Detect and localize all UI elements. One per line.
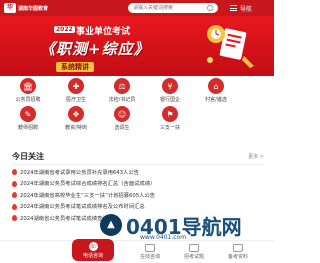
logo-text: 湖南华图教育 — [18, 5, 49, 12]
person-icon: ☺ — [114, 106, 130, 122]
scale-icon: ⚖ — [114, 78, 130, 94]
flag-icon: ⚑ — [162, 106, 178, 122]
grid-item-label: 医疗卫生 — [65, 97, 86, 103]
section-title: 今日关注 — [12, 151, 44, 161]
more-link[interactable]: 更多 > — [248, 153, 264, 160]
banner-main-text: 《职测+综应》 — [40, 40, 150, 58]
top-header: 华 湖南华图教育 导航 — [0, 0, 274, 16]
banner-sub-text: 系统精讲 — [56, 62, 94, 72]
study-materials-label: 备考资料 — [228, 254, 249, 260]
exam-questions-button[interactable]: 招考试题 — [184, 244, 204, 260]
phone-icon: ☏ — [88, 241, 98, 251]
fire-icon — [12, 203, 17, 210]
grid-item-village[interactable]: ⌂ 村官/遴选 — [198, 78, 234, 104]
bottom-nav-bar: ☏ 电话咨询 在线咨询 招考试题 备考资料 — [0, 239, 274, 263]
grid-item-label: 三支一扶 — [159, 125, 180, 131]
grid-item-selected-graduates[interactable]: ☺ 选调生 — [104, 106, 140, 132]
grid-item-teacher[interactable]: ✎ 教师招聘 — [10, 106, 46, 132]
fire-icon — [12, 191, 17, 199]
grid-item-label: 公务员招聘 — [15, 97, 41, 103]
watermark-logo-icon: ▲ — [100, 214, 122, 236]
certificate-icon: ❖ — [68, 106, 84, 122]
grid-item-label: 法检/书记员 — [108, 97, 136, 103]
grid-item-bank[interactable]: ¥ 银行国企 — [152, 78, 188, 104]
village-icon: ⌂ — [208, 78, 224, 94]
search-icon[interactable] — [207, 5, 213, 11]
menu-icon — [230, 5, 237, 11]
logo-icon: 华 — [4, 3, 16, 13]
search-box[interactable] — [128, 3, 218, 13]
medical-icon: ✚ — [68, 78, 84, 94]
online-consult-label: 在线咨询 — [140, 254, 161, 260]
grid-item-label: 教师招聘 — [17, 125, 38, 131]
exam-questions-label: 招考试题 — [184, 254, 205, 260]
fire-icon — [12, 180, 17, 187]
banner-year: 2022 — [54, 26, 75, 33]
phone-consult-button[interactable]: ☏ 电话咨询 — [72, 239, 114, 261]
news-title: 2024年湖南省考试录用公务员补充录用643人公告 — [20, 169, 139, 176]
category-grid: 🏛 公务员招聘 ✚ 医疗卫生 ⚖ 法检/书记员 ¥ 银行国企 ⌂ 村官/遴选 ✎… — [0, 78, 274, 134]
grid-item-court[interactable]: ⚖ 法检/书记员 — [104, 78, 140, 104]
study-materials-button[interactable]: 备考资料 — [228, 244, 248, 260]
banner-illustration — [207, 25, 254, 68]
nav-menu-label: 导航 — [240, 5, 253, 13]
building-icon: 🏛 — [20, 78, 36, 94]
search-input[interactable] — [133, 5, 208, 11]
grid-item-label: 银行国企 — [159, 97, 180, 103]
list-item[interactable]: 2024年湖南省考试录用公务员补充录用643人公告 — [12, 166, 264, 178]
fire-icon — [12, 168, 17, 176]
teacher-icon: ✎ — [20, 106, 36, 122]
today-header: 今日关注 更多 > — [12, 150, 264, 162]
chat-icon — [145, 244, 155, 252]
grid-item-label: 村官/遴选 — [205, 97, 227, 103]
news-title: 2024年湖南公务员考试综合成绩排名汇总（含面试成绩） — [20, 181, 156, 188]
list-item[interactable]: 2024年湖南公务员考试综合成绩排名汇总（含面试成绩） — [12, 178, 264, 190]
grid-item-label: 教资/特岗 — [65, 125, 87, 131]
promo-banner[interactable]: 2022 事业单位考试 《职测+综应》 系统精讲 — [0, 16, 274, 76]
phone-consult-label: 电话咨询 — [82, 252, 103, 259]
fire-icon — [12, 214, 17, 222]
divider — [12, 164, 262, 165]
site-logo[interactable]: 华 湖南华图教育 — [4, 3, 60, 13]
book-icon — [233, 244, 243, 252]
list-item[interactable]: 2024年湖南省高校毕业生“三支一扶”计划招募605人公告 — [12, 189, 264, 201]
grid-item-certificate[interactable]: ❖ 教资/特岗 — [58, 106, 94, 132]
grid-item-medical[interactable]: ✚ 医疗卫生 — [58, 78, 94, 104]
grid-item-three-supports[interactable]: ⚑ 三支一扶 — [152, 106, 188, 132]
nav-menu-button[interactable]: 导航 — [230, 4, 252, 13]
document-icon — [189, 244, 199, 252]
online-consult-button[interactable]: 在线咨询 — [140, 244, 160, 260]
grid-item-civil-service[interactable]: 🏛 公务员招聘 — [10, 78, 46, 104]
bank-icon: ¥ — [162, 78, 178, 94]
grid-item-label: 选调生 — [114, 125, 130, 131]
news-title: 2024年湖南省高校毕业生“三支一扶”计划招募605人公告 — [20, 192, 156, 199]
banner-top-text: 事业单位考试 — [76, 27, 131, 37]
